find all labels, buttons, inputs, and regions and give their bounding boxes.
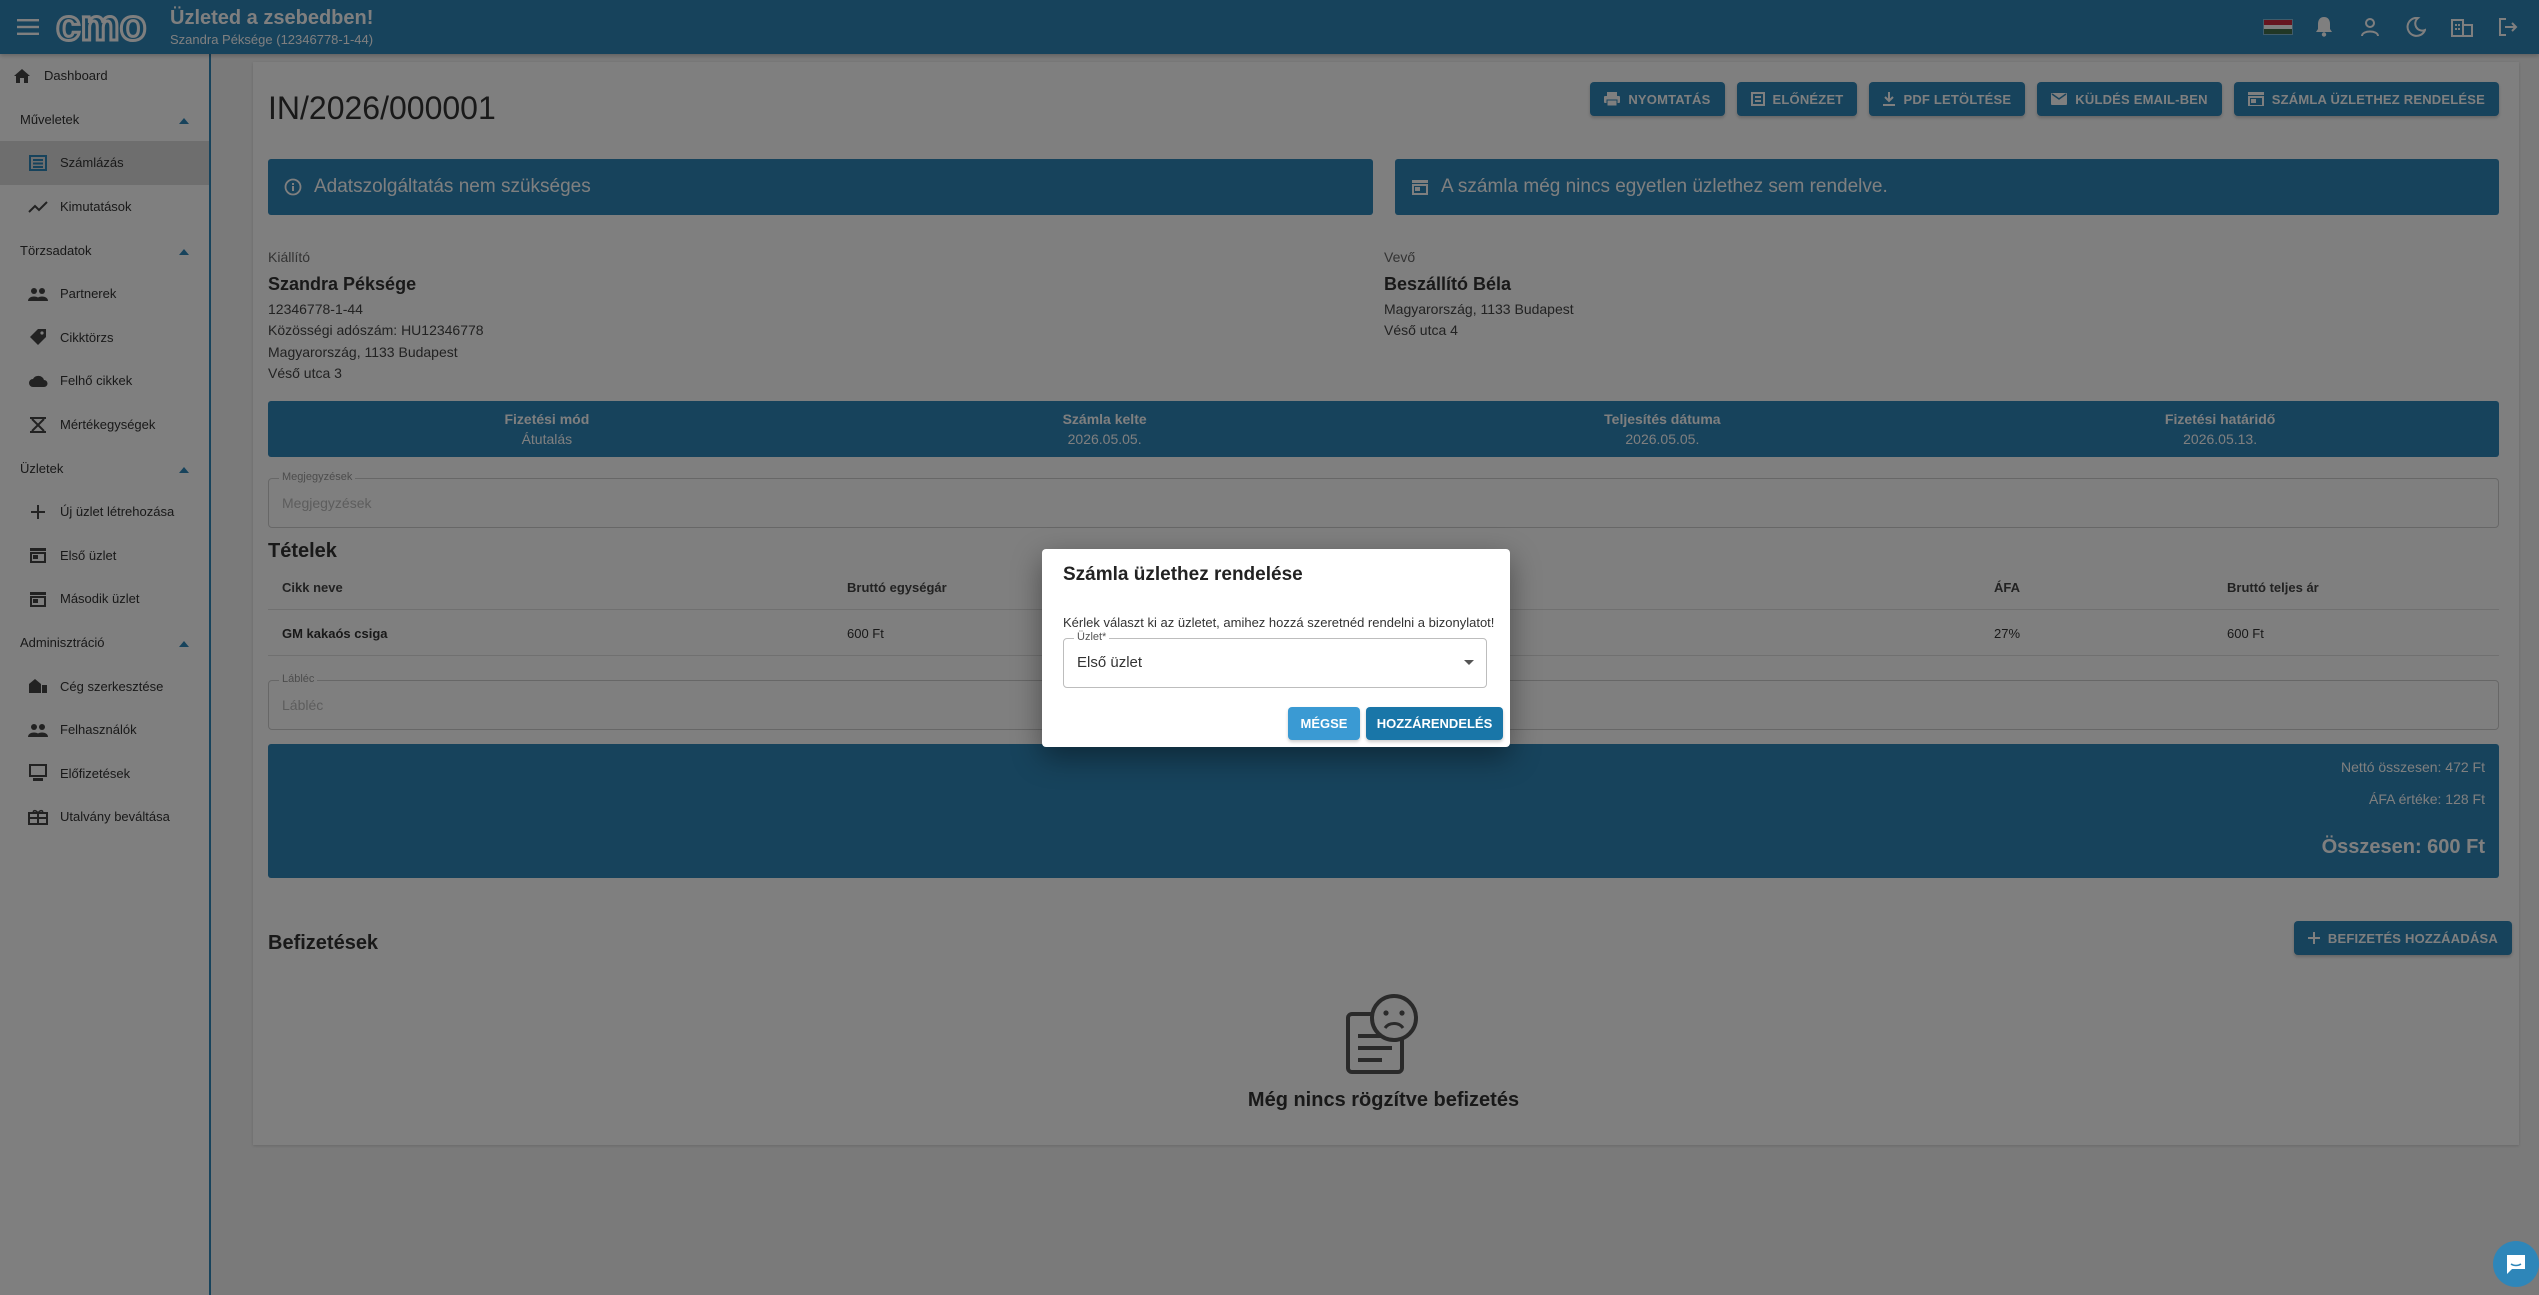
assign-store-dialog: Számla üzlethez rendelése Kérlek választ… [1042, 549, 1510, 747]
chat-icon[interactable] [2493, 1241, 2539, 1287]
store-select-value: Első üzlet [1077, 654, 1143, 671]
dialog-title: Számla üzlethez rendelése [1063, 564, 1303, 585]
cancel-button[interactable]: MÉGSE [1288, 707, 1360, 740]
dialog-text: Kérlek választ ki az üzletet, amihez hoz… [1063, 615, 1495, 630]
assign-confirm-button[interactable]: HOZZÁRENDELÉS [1366, 707, 1503, 740]
dropdown-caret-icon[interactable] [1464, 660, 1474, 665]
store-select-label: Üzlet* [1074, 631, 1110, 643]
store-select[interactable]: Üzlet* Első üzlet [1063, 631, 1487, 688]
